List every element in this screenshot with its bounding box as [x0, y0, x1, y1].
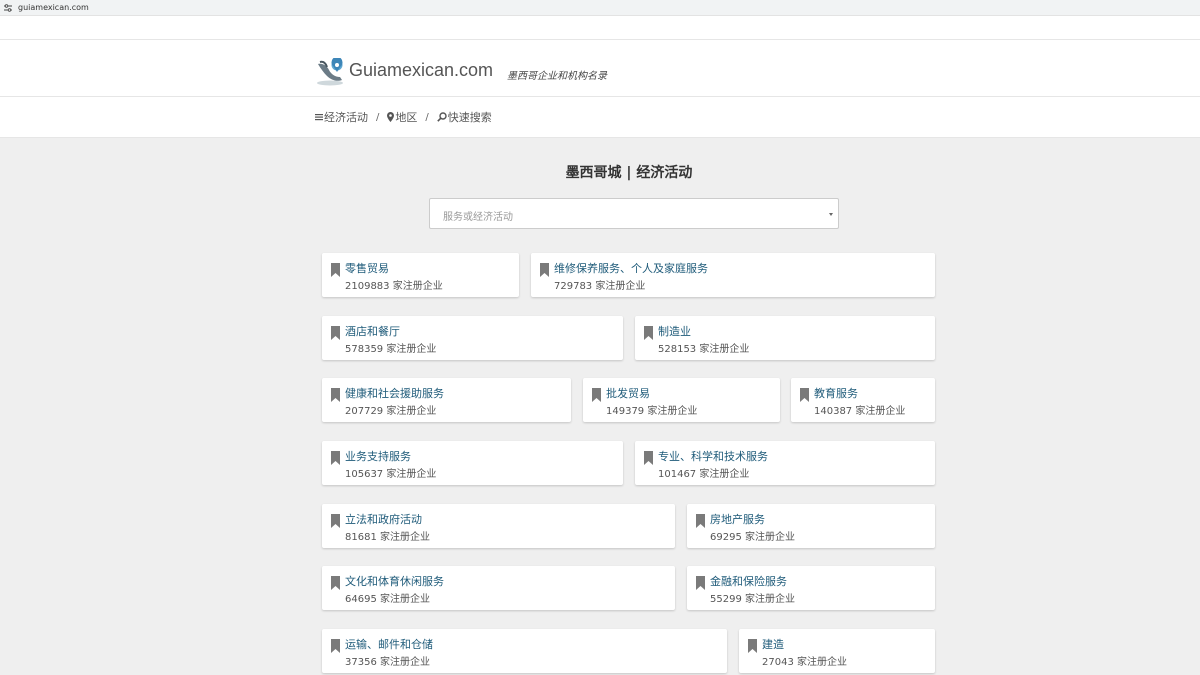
bookmark-icon — [748, 639, 757, 653]
category-card[interactable]: 零售贸易 2109883 家注册企业 — [322, 253, 519, 297]
logo-icon[interactable] — [315, 58, 347, 86]
category-count: 105637 家注册企业 — [345, 469, 437, 480]
bookmark-icon — [800, 388, 809, 402]
category-count: 37356 家注册企业 — [345, 657, 430, 668]
category-card[interactable]: 业务支持服务 105637 家注册企业 — [322, 441, 623, 485]
url-text[interactable]: guiamexican.com — [18, 3, 89, 12]
category-name[interactable]: 教育服务 — [814, 385, 858, 401]
nav-quick-search[interactable]: 快速搜索 — [436, 109, 492, 125]
bookmark-icon — [331, 326, 340, 340]
menu-icon — [315, 114, 323, 121]
category-card[interactable]: 专业、科学和技术服务 101467 家注册企业 — [635, 441, 935, 485]
category-count: 140387 家注册企业 — [814, 406, 906, 417]
category-name[interactable]: 健康和社会援助服务 — [345, 385, 444, 401]
category-card[interactable]: 运输、邮件和仓储 37356 家注册企业 — [322, 629, 727, 673]
bookmark-icon — [696, 514, 705, 528]
category-count: 207729 家注册企业 — [345, 406, 437, 417]
search-icon — [436, 112, 447, 122]
nav-activities-label: 经济活动 — [324, 111, 368, 124]
select-placeholder: 服务或经济活动 — [443, 212, 513, 223]
bookmark-icon — [696, 576, 705, 590]
bookmark-icon — [331, 263, 340, 277]
category-name[interactable]: 立法和政府活动 — [345, 511, 422, 527]
category-count: 2109883 家注册企业 — [345, 281, 443, 292]
category-name[interactable]: 文化和体育休闲服务 — [345, 573, 444, 589]
category-name[interactable]: 建造 — [762, 636, 784, 652]
category-name[interactable]: 批发贸易 — [606, 385, 650, 401]
site-settings-icon[interactable] — [4, 3, 12, 12]
nav-region-label: 地区 — [395, 111, 418, 124]
category-count: 528153 家注册企业 — [658, 344, 750, 355]
map-marker-icon — [387, 112, 395, 122]
nav-quick-search-label: 快速搜索 — [447, 111, 492, 124]
address-bar[interactable]: guiamexican.com — [0, 0, 1200, 16]
category-count: 578359 家注册企业 — [345, 344, 437, 355]
category-card[interactable]: 文化和体育休闲服务 64695 家注册企业 — [322, 566, 675, 610]
nav-activities[interactable]: 经济活动 — [315, 109, 368, 125]
category-card[interactable]: 立法和政府活动 81681 家注册企业 — [322, 504, 675, 548]
category-card[interactable]: 维修保养服务、个人及家庭服务 729783 家注册企业 — [531, 253, 935, 297]
category-card[interactable]: 批发贸易 149379 家注册企业 — [583, 378, 780, 422]
bookmark-icon — [644, 326, 653, 340]
nav-separator: / — [425, 111, 429, 123]
page-title: 墨西哥城 | 经济活动 — [565, 165, 693, 181]
bookmark-icon — [644, 451, 653, 465]
category-card[interactable]: 酒店和餐厅 578359 家注册企业 — [322, 316, 623, 360]
category-card[interactable]: 金融和保险服务 55299 家注册企业 — [687, 566, 935, 610]
category-card[interactable]: 建造 27043 家注册企业 — [739, 629, 935, 673]
category-name[interactable]: 制造业 — [658, 323, 691, 339]
chevron-down-icon — [829, 213, 833, 216]
category-name[interactable]: 零售贸易 — [345, 260, 389, 276]
category-count: 55299 家注册企业 — [710, 594, 795, 605]
breadcrumb-nav: 经济活动 / 地区 / 快速搜索 — [0, 97, 1200, 138]
bookmark-icon — [331, 388, 340, 402]
category-name[interactable]: 业务支持服务 — [345, 448, 411, 464]
brand-name[interactable]: Guiamexican.com — [349, 60, 493, 81]
category-name[interactable]: 运输、邮件和仓储 — [345, 636, 433, 652]
category-name[interactable]: 金融和保险服务 — [710, 573, 787, 589]
category-name[interactable]: 维修保养服务、个人及家庭服务 — [554, 260, 708, 276]
category-count: 149379 家注册企业 — [606, 406, 698, 417]
category-count: 729783 家注册企业 — [554, 281, 646, 292]
site-header: Guiamexican.com 墨西哥企业和机构名录 — [0, 40, 1200, 97]
category-count: 64695 家注册企业 — [345, 594, 430, 605]
bookmark-icon — [331, 451, 340, 465]
category-name[interactable]: 酒店和餐厅 — [345, 323, 400, 339]
category-name[interactable]: 专业、科学和技术服务 — [658, 448, 768, 464]
bookmark-icon — [331, 639, 340, 653]
category-card[interactable]: 房地产服务 69295 家注册企业 — [687, 504, 935, 548]
category-count: 27043 家注册企业 — [762, 657, 847, 668]
category-count: 81681 家注册企业 — [345, 532, 430, 543]
bookmark-icon — [331, 576, 340, 590]
nav-region[interactable]: 地区 — [387, 109, 417, 125]
nav-separator: / — [376, 111, 380, 123]
bookmark-icon — [331, 514, 340, 528]
category-count: 101467 家注册企业 — [658, 469, 750, 480]
category-card[interactable]: 健康和社会援助服务 207729 家注册企业 — [322, 378, 571, 422]
category-card[interactable]: 教育服务 140387 家注册企业 — [791, 378, 935, 422]
category-name[interactable]: 房地产服务 — [710, 511, 765, 527]
top-strip — [0, 16, 1200, 40]
activity-search-select[interactable]: 服务或经济活动 — [429, 198, 839, 229]
bookmark-icon — [592, 388, 601, 402]
tagline: 墨西哥企业和机构名录 — [507, 71, 607, 82]
category-count: 69295 家注册企业 — [710, 532, 795, 543]
category-card[interactable]: 制造业 528153 家注册企业 — [635, 316, 935, 360]
bookmark-icon — [540, 263, 549, 277]
